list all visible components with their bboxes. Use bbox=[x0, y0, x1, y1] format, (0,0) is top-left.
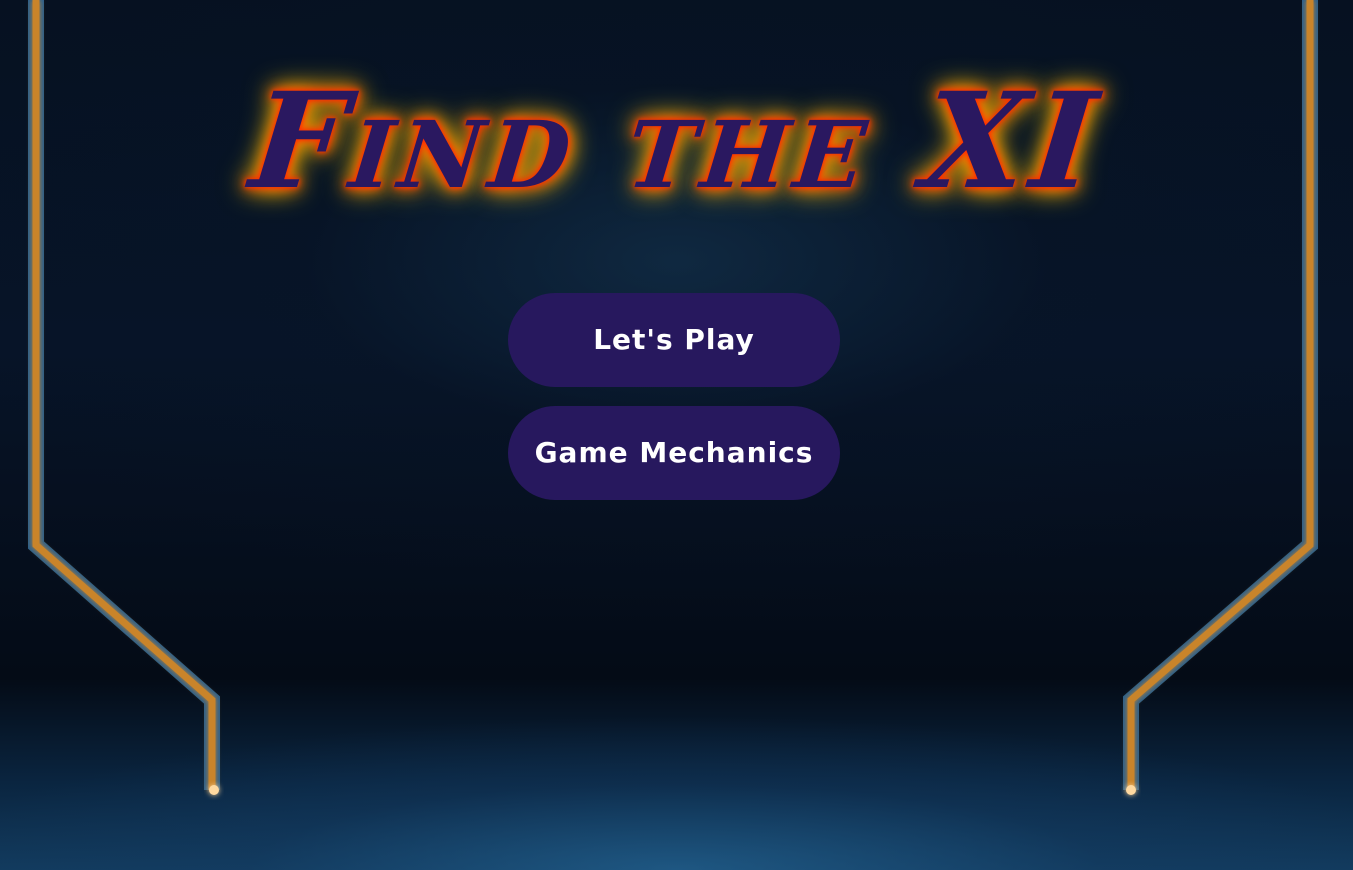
right-frame-light bbox=[1126, 785, 1136, 795]
game-mechanics-button[interactable]: Game Mechanics bbox=[508, 406, 840, 500]
game-title: Find the XI bbox=[244, 64, 1109, 219]
main-menu: Let's Play Game Mechanics bbox=[508, 293, 840, 519]
lets-play-button[interactable]: Let's Play bbox=[508, 293, 840, 387]
game-menu-screen: Find the XI Let's Play Game Mechanics bbox=[0, 0, 1353, 870]
left-frame-light bbox=[209, 785, 219, 795]
